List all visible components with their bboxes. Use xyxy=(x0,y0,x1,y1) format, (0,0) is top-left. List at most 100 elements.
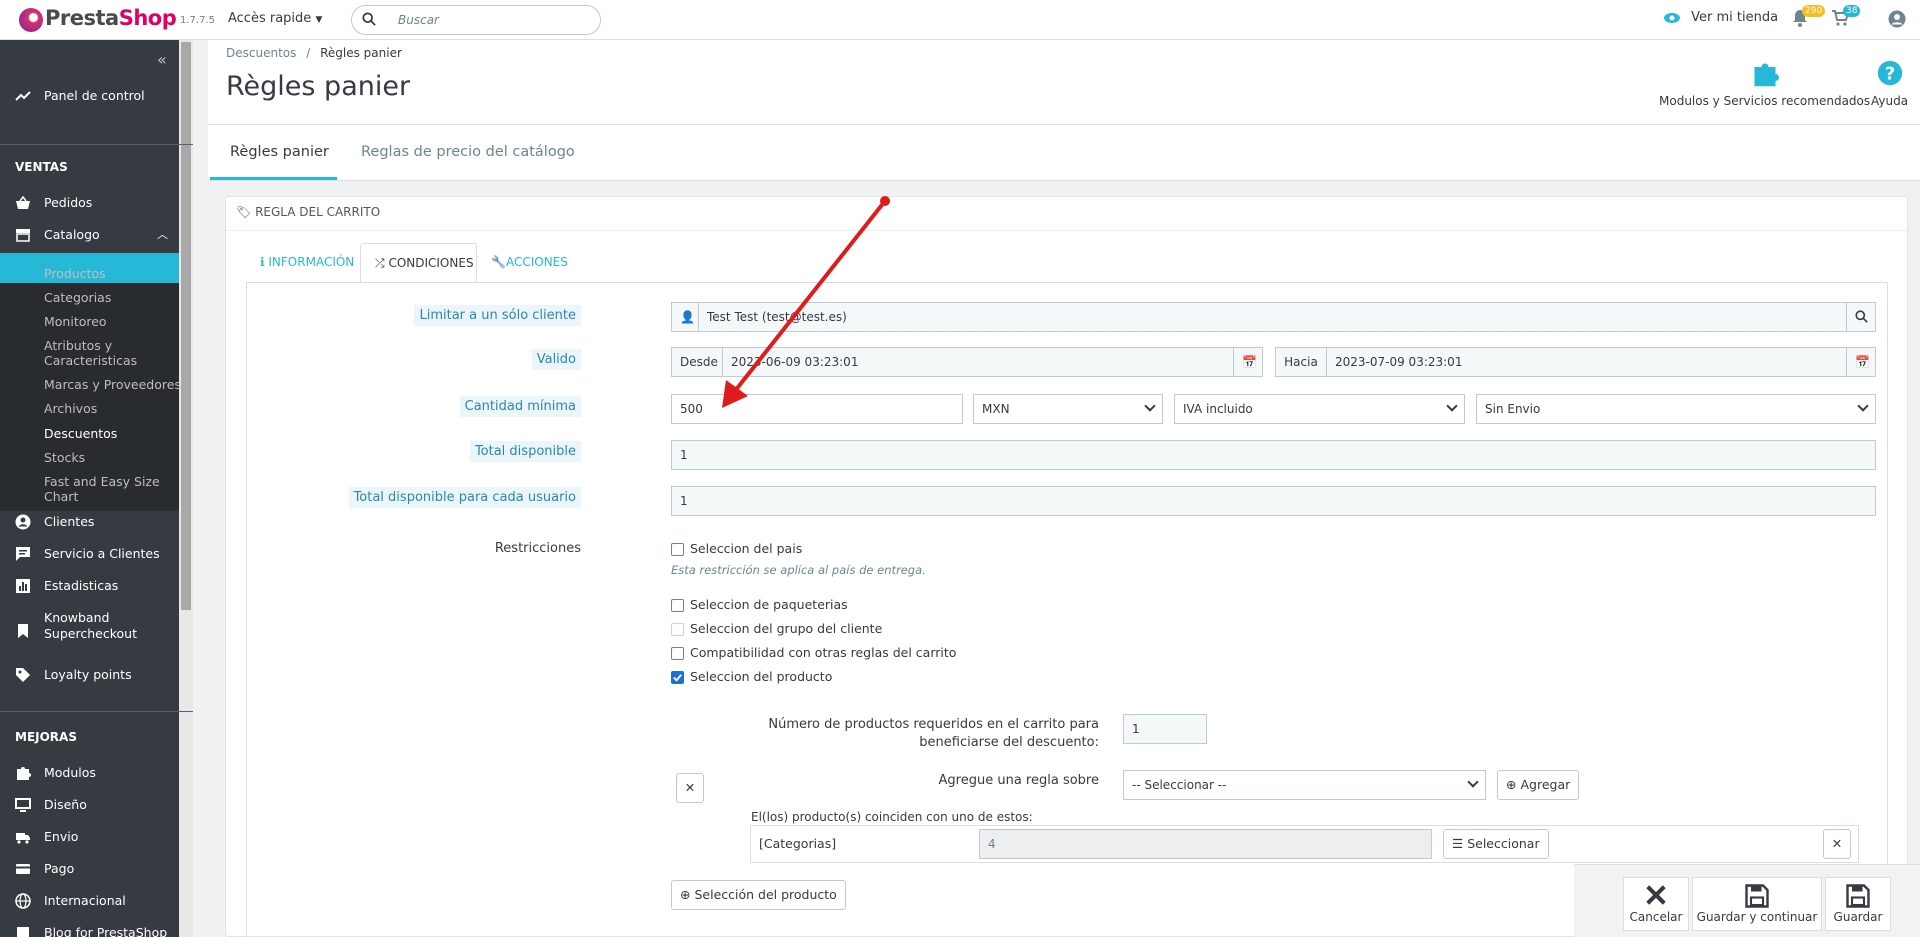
currency-select[interactable]: MXN xyxy=(973,394,1163,424)
cart-badge: 38 xyxy=(1843,5,1861,17)
sidebar-item-payment[interactable]: Pago xyxy=(0,861,179,881)
logo-text[interactable]: PrestaShop xyxy=(45,6,177,30)
sidebar-item-knowband[interactable]: Knowband Supercheckout xyxy=(0,610,179,646)
submenu-item-files[interactable]: Archivos xyxy=(44,401,97,416)
collapse-sidebar-icon[interactable]: « xyxy=(157,50,167,69)
compat-restriction-label[interactable]: Compatibilidad con otras reglas del carr… xyxy=(690,645,956,660)
country-restriction-label[interactable]: Seleccion del pais xyxy=(690,541,802,556)
cart-notifications-icon[interactable]: 38 xyxy=(1831,5,1861,31)
sidebar-label-line2: Supercheckout xyxy=(44,626,137,641)
date-from-input[interactable]: 2023-06-09 03:23:01 xyxy=(722,347,1234,377)
user-avatar-icon[interactable] xyxy=(1888,10,1906,32)
submenu-item-stocks[interactable]: Stocks xyxy=(44,450,85,465)
total-available-input[interactable]: 1 xyxy=(671,440,1876,470)
bookmark-icon xyxy=(18,624,28,638)
quick-access-dropdown[interactable]: Accès rapide ▼ xyxy=(228,11,322,26)
blog-icon xyxy=(17,927,29,937)
submenu-item-attributes[interactable]: Atributos y xyxy=(44,338,112,353)
min-amount-input[interactable]: 500 xyxy=(671,394,963,424)
scrollbar-thumb[interactable] xyxy=(181,42,191,610)
sidebar-item-international[interactable]: Internacional xyxy=(0,893,179,913)
prestashop-logo-icon[interactable] xyxy=(19,8,43,32)
submenu-item-brands[interactable]: Marcas y Proveedores xyxy=(44,377,181,392)
category-label: [Categorias] xyxy=(759,836,837,851)
compat-checkbox[interactable] xyxy=(671,647,684,660)
submenu-item-categories[interactable]: Categorias xyxy=(44,290,111,305)
carrier-restriction-label[interactable]: Seleccion de paqueterias xyxy=(690,597,848,612)
credit-card-icon xyxy=(16,864,30,874)
rule-type-select[interactable]: -- Seleccionar -- xyxy=(1123,770,1486,800)
customer-input[interactable]: Test Test (test@test.es) xyxy=(698,302,1847,332)
search-box[interactable]: Buscar xyxy=(351,5,601,35)
sidebar-item-blog[interactable]: Blog for PrestaShop xyxy=(0,925,179,937)
tab-catalog-price-rules[interactable]: Reglas de precio del catálogo xyxy=(361,144,575,160)
product-selection-button[interactable]: ⊕ Selección del producto xyxy=(671,880,846,910)
total-available-label: Total disponible xyxy=(469,441,581,462)
group-checkbox[interactable] xyxy=(671,623,684,636)
sidebar-item-loyalty[interactable]: Loyalty points xyxy=(0,667,179,687)
close-icon[interactable]: ✕ xyxy=(676,773,704,803)
chevron-down-icon xyxy=(1446,400,1458,412)
close-icon[interactable]: ✕ xyxy=(1823,829,1851,859)
submenu-item-products[interactable]: Productos xyxy=(44,266,106,281)
search-icon[interactable] xyxy=(1846,302,1876,332)
product-restriction-label[interactable]: Seleccion del producto xyxy=(690,669,832,684)
select-categories-button[interactable]: ☰ Seleccionar xyxy=(1443,829,1549,859)
min-amount-label: Cantidad mínima xyxy=(459,396,581,417)
trending-icon xyxy=(15,91,31,101)
product-checkbox[interactable] xyxy=(671,671,684,684)
sidebar-item-shipping[interactable]: Envio xyxy=(0,829,179,849)
sidebar-item-catalog-label[interactable]: Catalogo ︿ xyxy=(0,227,179,247)
shipping-select[interactable]: Sin Envio xyxy=(1476,394,1876,424)
chevron-up-icon[interactable]: ︿ xyxy=(157,226,168,242)
tab-information[interactable]: ℹ INFORMACIÓN xyxy=(246,243,360,283)
breadcrumb: Descuentos / Règles panier xyxy=(226,46,402,60)
tab-cart-rules[interactable]: Règles panier xyxy=(230,144,329,160)
chevron-down-icon xyxy=(1857,400,1869,412)
save-icon xyxy=(1846,884,1870,908)
per-user-input[interactable]: 1 xyxy=(671,486,1876,516)
submenu-item-size-chart[interactable]: Fast and Easy Size Chart xyxy=(44,474,193,504)
tab-conditions[interactable]: ⤮ CONDICIONES xyxy=(360,243,477,283)
calendar-icon[interactable]: 📅 xyxy=(1846,347,1876,377)
group-restriction-label[interactable]: Seleccion del grupo del cliente xyxy=(690,621,882,636)
form-footer: Cancelar Guardar y continuar Guardar xyxy=(1574,864,1920,937)
save-label: Guardar xyxy=(1833,910,1883,924)
sidebar-item-orders[interactable]: Pedidos xyxy=(0,195,179,215)
notifications-icon[interactable]: 290 xyxy=(1792,5,1826,31)
save-button[interactable]: Guardar xyxy=(1825,877,1891,931)
tab-actions[interactable]: 🔧ACCIONES xyxy=(477,243,568,283)
search-input[interactable]: Buscar xyxy=(398,13,439,27)
submenu-item-attributes-line2[interactable]: Caracteristicas xyxy=(44,353,137,368)
qty-input[interactable]: 1 xyxy=(1123,714,1207,744)
view-store-link[interactable]: Ver mi tienda xyxy=(1663,10,1778,25)
sidebar-label: Pedidos xyxy=(44,195,93,210)
tax-select[interactable]: IVA incluido xyxy=(1174,394,1465,424)
modules-recommended-button[interactable]: Modulos y Servicios recomendados xyxy=(1659,60,1870,108)
cancel-button[interactable]: Cancelar xyxy=(1623,877,1689,931)
sidebar-item-customer-service[interactable]: Servicio a Clientes xyxy=(0,546,179,566)
country-checkbox[interactable] xyxy=(671,543,684,556)
sidebar-label: Pago xyxy=(44,861,75,876)
plus-circle-icon: ⊕ xyxy=(680,887,691,902)
notification-badge: 290 xyxy=(1802,5,1826,17)
qty-label-line1: Número de productos requeridos en el car… xyxy=(768,717,1099,732)
date-to-input[interactable]: 2023-07-09 03:23:01 xyxy=(1326,347,1847,377)
submenu-item-monitoring[interactable]: Monitoreo xyxy=(44,314,107,329)
truck-icon xyxy=(16,833,30,844)
sidebar-item-customers[interactable]: Clientes xyxy=(0,514,179,534)
country-hint: Esta restricción se aplica al país de en… xyxy=(671,563,926,577)
sidebar-item-modules[interactable]: Modulos xyxy=(0,765,179,785)
carrier-checkbox[interactable] xyxy=(671,599,684,612)
calendar-icon[interactable]: 📅 xyxy=(1233,347,1263,377)
sidebar-item-stats[interactable]: Estadisticas xyxy=(0,578,179,598)
valid-label: Valido xyxy=(531,349,581,370)
add-rule-button[interactable]: ⊕ Agregar xyxy=(1497,770,1580,800)
help-button[interactable]: ? Ayuda xyxy=(1871,60,1908,108)
submenu-item-discounts[interactable]: Descuentos xyxy=(44,426,117,441)
sidebar-item-design[interactable]: Diseño xyxy=(0,797,179,817)
sidebar-item-dashboard[interactable]: Panel de control xyxy=(0,88,179,108)
breadcrumb-parent-link[interactable]: Descuentos xyxy=(226,46,296,60)
caret-down-icon: ▼ xyxy=(315,15,323,25)
save-and-continue-button[interactable]: Guardar y continuar xyxy=(1692,877,1822,931)
